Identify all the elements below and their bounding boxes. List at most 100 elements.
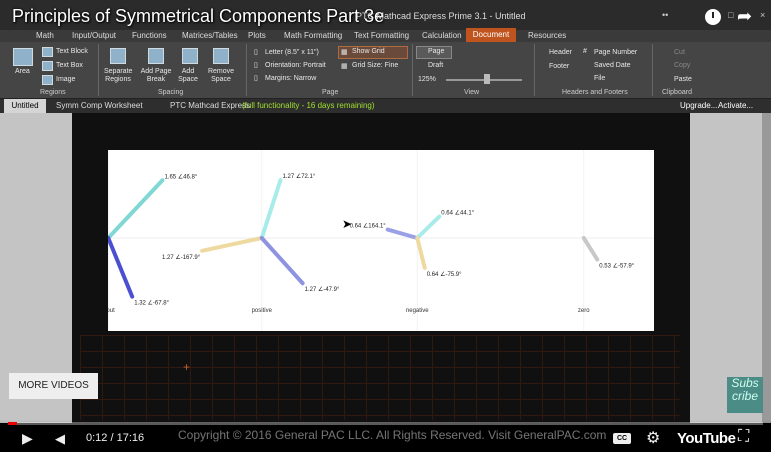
phasor-label-negative-2: 0.64 ∠-75.9° bbox=[427, 271, 462, 278]
draft-view-button[interactable]: Draft bbox=[428, 62, 443, 69]
copyright-watermark: Copyright © 2016 General PAC LLC. All Ri… bbox=[178, 428, 607, 442]
divider bbox=[534, 44, 535, 96]
text-block-icon bbox=[42, 47, 53, 57]
zoom-slider-thumb[interactable] bbox=[484, 74, 490, 84]
text-block-button[interactable]: Text Block bbox=[56, 48, 88, 55]
clipboard-group-label: Clipboard bbox=[662, 89, 692, 96]
phasor-zero-0 bbox=[581, 236, 600, 262]
cut-button[interactable]: Cut bbox=[674, 49, 685, 56]
video-title[interactable]: Principles of Symmetrical Components Par… bbox=[12, 6, 384, 27]
add-page-break-button[interactable]: Add Page Break bbox=[140, 68, 172, 84]
file-dropdown[interactable]: File bbox=[594, 75, 605, 82]
add-space-icon bbox=[182, 48, 198, 64]
share-icon[interactable]: ➦ bbox=[737, 6, 752, 27]
headers-footers-group-label: Headers and Footers bbox=[562, 89, 628, 96]
fullscreen-icon[interactable]: ⛶ bbox=[738, 428, 749, 446]
text-box-button[interactable]: Text Box bbox=[56, 62, 83, 69]
activate-button[interactable]: Activate... bbox=[718, 101, 753, 110]
page-view-label: Page bbox=[428, 48, 445, 55]
app-title: PTC Mathcad Express Prime 3.1 - Untitled bbox=[356, 11, 526, 21]
express-label: PTC Mathcad Express bbox=[170, 101, 251, 110]
orientation-dropdown[interactable]: Orientation: Portrait bbox=[265, 62, 326, 69]
phasor-label-positive-1: 1.27 ∠-167.9° bbox=[162, 254, 201, 261]
header-button[interactable]: Header bbox=[549, 49, 572, 56]
page-number-icon: # bbox=[583, 48, 587, 55]
tab-math-formatting[interactable]: Math Formatting bbox=[284, 31, 342, 40]
group-label-zero: zero bbox=[578, 308, 590, 314]
phasor-positive-1 bbox=[200, 236, 264, 253]
tab-plots[interactable]: Plots bbox=[248, 31, 266, 40]
phasor-negative-0 bbox=[415, 214, 442, 240]
area-icon bbox=[13, 48, 33, 66]
close-window-icon[interactable]: × bbox=[760, 10, 765, 20]
upgrade-button[interactable]: Upgrade... bbox=[680, 101, 717, 110]
youtube-logo[interactable]: YouTube bbox=[677, 430, 736, 447]
tab-calculation[interactable]: Calculation bbox=[422, 31, 462, 40]
margins-icon: ▯ bbox=[254, 75, 258, 82]
tab-input-output[interactable]: Input/Output bbox=[72, 31, 116, 40]
tab-document[interactable]: Document bbox=[466, 28, 516, 42]
restore-icon[interactable]: □ bbox=[728, 10, 733, 20]
zoom-level: 125% bbox=[418, 76, 436, 83]
divider bbox=[652, 44, 653, 96]
divider bbox=[246, 44, 247, 96]
volume-icon[interactable]: ◀ bbox=[55, 431, 65, 447]
vertical-scrollbar[interactable] bbox=[762, 113, 771, 423]
app-menu-icon[interactable]: •• bbox=[662, 10, 668, 20]
tab-symm-comp-worksheet[interactable]: Symm Comp Worksheet bbox=[56, 101, 143, 110]
area-button[interactable]: Area bbox=[15, 68, 30, 75]
progress-bar[interactable] bbox=[8, 422, 763, 425]
time-display: 0:12 / 17:16 bbox=[86, 432, 145, 444]
phasor-label-input-2: 1.32 ∠-67.8° bbox=[134, 300, 169, 307]
remove-space-button[interactable]: Remove Space bbox=[206, 68, 236, 84]
tab-math[interactable]: Math bbox=[36, 31, 54, 40]
image-button[interactable]: Image bbox=[56, 76, 75, 83]
phasor-label-zero-0: 0.53 ∠-57.9° bbox=[599, 263, 634, 270]
settings-gear-icon[interactable]: ⚙ bbox=[646, 428, 660, 448]
phasor-negative-1 bbox=[385, 227, 420, 240]
add-space-button[interactable]: Add Space bbox=[178, 68, 198, 84]
mouse-cursor-icon: ➤ bbox=[342, 217, 353, 231]
more-videos-button[interactable]: MORE VIDEOS bbox=[9, 373, 98, 399]
remove-space-icon bbox=[213, 48, 229, 64]
subscribe-button[interactable]: Subs cribe bbox=[727, 377, 763, 413]
phasor-plot[interactable]: 1.65 ∠46.8°1.56 ∠-121.0°1.32 ∠-67.8°inpu… bbox=[30, 150, 654, 331]
text-box-icon bbox=[42, 61, 53, 71]
group-label-negative: negative bbox=[406, 308, 429, 314]
orientation-icon: ▯ bbox=[254, 62, 258, 69]
play-icon[interactable]: ▶ bbox=[22, 430, 33, 447]
view-group-label: View bbox=[464, 89, 480, 96]
group-label-positive: positive bbox=[252, 308, 273, 314]
phasor-label-negative-1: 0.64 ∠164.1° bbox=[350, 223, 387, 230]
margins-dropdown[interactable]: Margins: Narrow bbox=[265, 75, 316, 82]
divider bbox=[412, 44, 413, 96]
regions-group-label: Regions bbox=[40, 89, 66, 96]
captions-button[interactable]: CC bbox=[613, 433, 631, 444]
image-icon bbox=[42, 75, 53, 85]
paper-size-dropdown[interactable]: Letter (8.5" x 11") bbox=[265, 49, 319, 56]
trial-status: (full functionality - 16 days remaining) bbox=[242, 101, 375, 110]
phasor-plot-svg: 1.65 ∠46.8°1.56 ∠-121.0°1.32 ∠-67.8°inpu… bbox=[30, 150, 654, 331]
grid-size-dropdown[interactable]: Grid Size: Fine bbox=[352, 62, 398, 69]
divider bbox=[98, 44, 99, 96]
watch-later-icon[interactable] bbox=[705, 9, 721, 25]
phasor-label-positive-0: 1.27 ∠72.1° bbox=[282, 173, 315, 180]
grid-size-icon: ▦ bbox=[341, 63, 348, 70]
tab-text-formatting[interactable]: Text Formatting bbox=[354, 31, 409, 40]
separate-regions-button[interactable]: Separate Regions bbox=[104, 68, 132, 84]
saved-date-dropdown[interactable]: Saved Date bbox=[594, 62, 631, 69]
phasor-input-2 bbox=[106, 236, 135, 299]
tab-matrices-tables[interactable]: Matrices/Tables bbox=[182, 31, 238, 40]
copy-button[interactable]: Copy bbox=[674, 62, 690, 69]
show-grid-label: Show Grid bbox=[352, 48, 385, 55]
tab-resources[interactable]: Resources bbox=[528, 31, 566, 40]
tab-untitled[interactable]: Untitled bbox=[4, 99, 46, 113]
paste-button[interactable]: Paste bbox=[674, 76, 692, 83]
group-label-input: input bbox=[108, 308, 115, 314]
phasor-label-input-0: 1.65 ∠46.8° bbox=[164, 173, 197, 180]
tab-functions[interactable]: Functions bbox=[132, 31, 167, 40]
page-number-dropdown[interactable]: Page Number bbox=[594, 49, 637, 56]
phasor-negative-2 bbox=[415, 236, 427, 270]
footer-button[interactable]: Footer bbox=[549, 63, 569, 70]
phasor-positive-0 bbox=[259, 177, 283, 240]
